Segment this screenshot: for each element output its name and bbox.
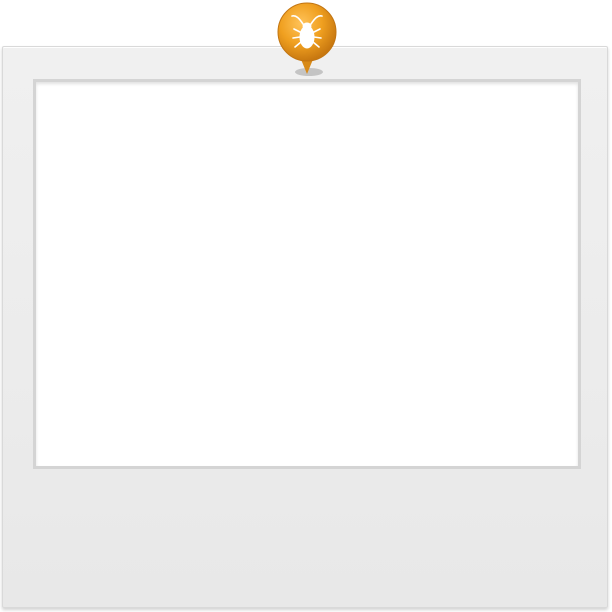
photo-area [33, 79, 581, 469]
orange-pin-icon [277, 2, 337, 76]
page [0, 0, 612, 612]
pin [276, 2, 338, 78]
